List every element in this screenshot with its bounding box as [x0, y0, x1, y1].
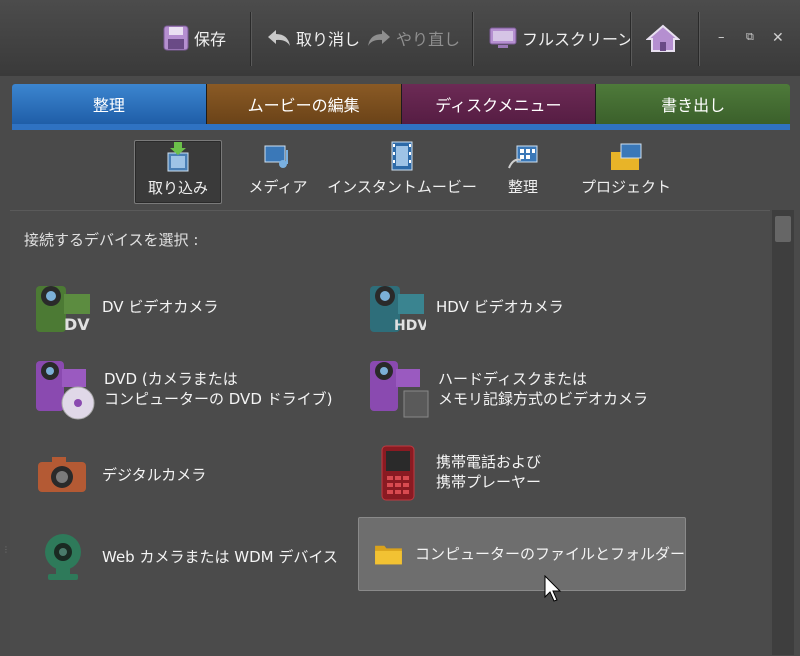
fullscreen-label: フルスクリーン — [522, 30, 634, 49]
restore-icon[interactable]: ⧉ — [746, 30, 754, 44]
project-label: プロジェクト — [581, 178, 672, 196]
device-webcam[interactable]: Web カメラまたは WDM デバイス — [34, 527, 364, 587]
fullscreen-button[interactable]: フルスクリーン — [488, 20, 633, 56]
undo-arrow-icon — [268, 30, 290, 46]
hdd-camcorder-icon — [370, 361, 429, 418]
save-icon — [163, 25, 189, 51]
tab-edit-movie[interactable]: ムービーの編集 — [206, 84, 402, 124]
close-icon[interactable]: ✕ — [772, 30, 784, 46]
device-hdv-camcorder[interactable]: HDV HDV ビデオカメラ — [368, 277, 688, 337]
organize-icon — [508, 145, 538, 169]
device-label: DV ビデオカメラ — [102, 298, 219, 316]
organize-subtoolbar: 取り込み メディア インスタントムービー 整理 プロジェクト — [12, 130, 790, 208]
webcam-icon — [45, 534, 81, 580]
redo-label: やり直し — [396, 30, 461, 49]
monitor-icon — [489, 27, 517, 48]
device-dv-camcorder[interactable]: DV DV ビデオカメラ — [34, 277, 334, 337]
device-dvd-camcorder[interactable]: DVD (カメラまたは コンピューターの DVD ドライブ) — [34, 356, 364, 422]
svg-text:HDV: HDV — [394, 318, 426, 334]
device-label: Web カメラまたは WDM デバイス — [102, 548, 338, 566]
toolbar-divider — [698, 12, 699, 66]
import-label: 取り込み — [147, 179, 208, 197]
import-device-panel: 接続するデバイスを選択 : DV DV ビデオカメラ HDV HDV ビデオカメ… — [10, 210, 770, 656]
device-label: デジタルカメラ — [102, 466, 207, 484]
home-icon — [646, 24, 680, 52]
instant-movie-label: インスタントムービー — [327, 178, 477, 196]
toolbar-divider — [472, 12, 473, 66]
media-label: メディア — [248, 178, 308, 196]
media-icon — [264, 145, 288, 168]
project-button[interactable]: プロジェクト — [581, 140, 672, 202]
hdv-camcorder-icon: HDV — [370, 286, 426, 334]
redo-button[interactable]: やり直し — [366, 20, 460, 56]
tab-disc-menu[interactable]: ディスクメニュー — [401, 84, 597, 124]
tab-share[interactable]: 書き出し — [596, 84, 790, 124]
project-icon — [611, 143, 642, 170]
organize-button[interactable]: 整理 — [500, 140, 546, 202]
home-button[interactable] — [646, 20, 684, 56]
device-label: コンピューターのファイルとフォルダー — [414, 545, 685, 563]
instant-movie-button[interactable]: インスタントムービー — [327, 140, 477, 202]
panel-resize-grip[interactable]: ⋮ — [2, 545, 10, 565]
mobile-phone-icon — [381, 445, 415, 501]
scrollbar-thumb[interactable] — [775, 216, 791, 242]
minimize-icon[interactable]: – — [718, 30, 725, 45]
save-label: 保存 — [194, 30, 227, 49]
device-hdd-camcorder[interactable]: ハードディスクまたは メモリ記録方式のビデオカメラ — [368, 356, 698, 422]
device-label: HDV ビデオカメラ — [436, 298, 564, 316]
device-computer-files[interactable]: コンピューターのファイルとフォルダー — [358, 517, 686, 591]
top-toolbar: 保存 取り消し やり直し フルスクリーン – ⧉ ✕ — [0, 0, 800, 76]
digital-camera-icon — [38, 457, 86, 492]
media-button[interactable]: メディア — [248, 140, 308, 202]
toolbar-divider — [630, 12, 631, 66]
tab-organize[interactable]: 整理 — [12, 84, 207, 124]
dvd-camcorder-icon — [36, 361, 95, 420]
mouse-cursor-icon — [544, 575, 562, 602]
panel-scrollbar[interactable] — [772, 210, 794, 655]
svg-text:DV: DV — [64, 315, 90, 334]
undo-label: 取り消し — [296, 30, 361, 49]
folder-icon — [375, 545, 402, 565]
toolbar-divider — [250, 12, 251, 66]
organize-label: 整理 — [507, 178, 538, 196]
device-mobile-phone[interactable]: 携帯電話および 携帯プレーヤー — [368, 439, 668, 505]
device-digital-camera[interactable]: デジタルカメラ — [34, 445, 334, 505]
dv-camcorder-icon: DV — [36, 286, 90, 334]
import-icon — [167, 142, 189, 172]
instant-movie-icon — [391, 141, 413, 171]
redo-arrow-icon — [368, 30, 390, 46]
select-device-prompt: 接続するデバイスを選択 : — [24, 231, 199, 249]
save-button[interactable]: 保存 — [162, 20, 226, 56]
device-label: 携帯電話および 携帯プレーヤー — [436, 453, 542, 491]
device-label: DVD (カメラまたは コンピューターの DVD ドライブ) — [104, 370, 333, 408]
workspace-tabs: 整理 ムービーの編集 ディスクメニュー 書き出し — [12, 84, 790, 124]
undo-button[interactable]: 取り消し — [266, 20, 360, 56]
import-button[interactable]: 取り込み — [134, 140, 222, 204]
device-label: ハードディスクまたは メモリ記録方式のビデオカメラ — [438, 370, 649, 408]
